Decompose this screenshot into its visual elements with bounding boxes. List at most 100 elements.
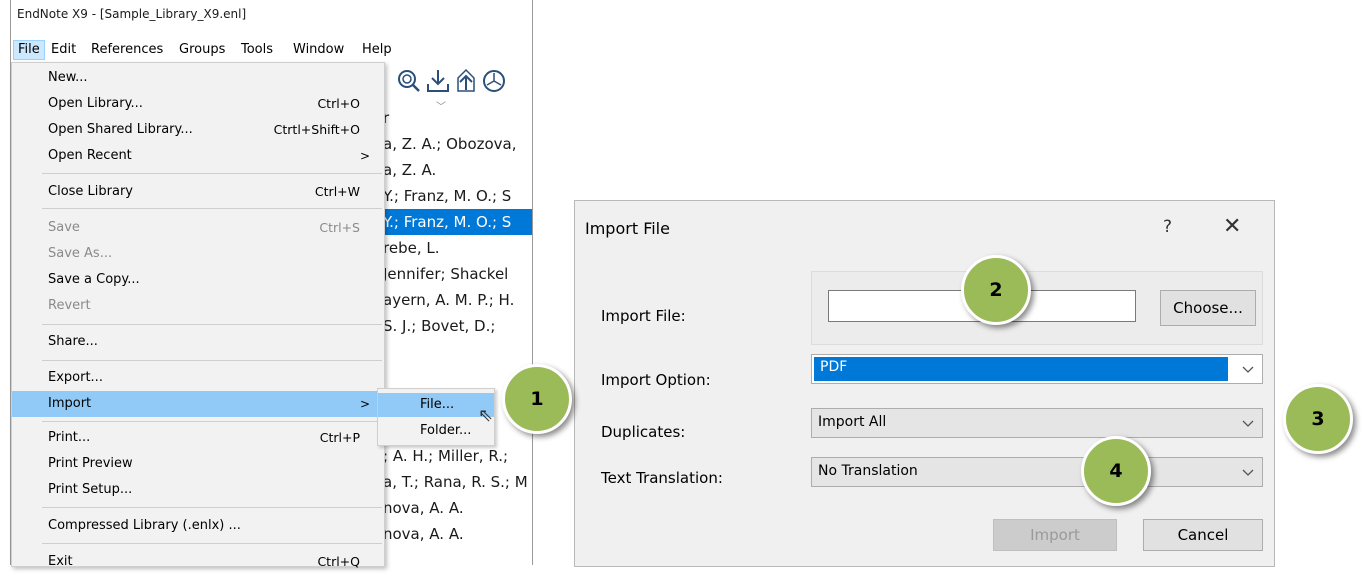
file-menu: New... Open Library... Ctrl+O Open Share… (11, 62, 385, 569)
menu-item-label: Share... (48, 334, 98, 349)
menu-separator (42, 173, 382, 174)
menu-file[interactable]: File (13, 40, 45, 60)
menu-item-label: Save (48, 220, 80, 235)
menu-help[interactable]: Help (358, 41, 396, 59)
author-column: r a, Z. A.; Obozova, a, Z. A. Y.; Franz,… (383, 105, 532, 565)
menu-item-print-preview[interactable]: Print Preview (12, 451, 384, 477)
menu-item-exit[interactable]: Exit Ctrl+Q (12, 549, 384, 575)
menu-item-export[interactable]: Export... (12, 365, 384, 391)
menu-item-label: Print... (48, 430, 91, 445)
menu-item-label: Save a Copy... (48, 272, 140, 287)
menu-item-shortcut: Ctrl+Q (317, 554, 360, 569)
menu-separator (42, 421, 382, 422)
author-row[interactable]: a, Z. A.; Obozova, (383, 131, 532, 157)
text-translation-value: No Translation (818, 463, 918, 479)
submenu-item-file[interactable]: File... (378, 393, 494, 417)
menu-item-save[interactable]: Save Ctrl+S (12, 215, 384, 241)
menu-item-open-shared-library[interactable]: Open Shared Library... Ctrtl+Shift+O (12, 117, 384, 143)
author-row[interactable]: nova, A. A. (383, 495, 532, 521)
author-row[interactable]: Y.; Franz, M. O.; S (383, 183, 532, 209)
duplicates-select[interactable]: Import All (811, 408, 1263, 438)
menu-item-label: Compressed Library (.enlx) ... (48, 518, 241, 533)
author-row[interactable]: nova, A. A. (383, 521, 532, 547)
menu-item-shortcut: Ctrl+P (319, 430, 360, 445)
menu-item-label: Open Recent (48, 148, 132, 163)
chevron-down-icon (1242, 469, 1254, 476)
menu-item-print-setup[interactable]: Print Setup... (12, 477, 384, 503)
menu-item-label: New... (48, 70, 88, 85)
import-option-label: Import Option: (601, 371, 711, 389)
import-icon[interactable] (425, 68, 451, 94)
menu-item-shortcut: Ctrl+W (314, 184, 360, 199)
menu-separator (42, 208, 382, 209)
menu-item-import[interactable]: Import > (12, 391, 384, 417)
text-translation-select[interactable]: No Translation (811, 457, 1263, 487)
author-row[interactable] (383, 339, 532, 365)
menu-item-open-library[interactable]: Open Library... Ctrl+O (12, 91, 384, 117)
menu-item-label: Print Setup... (48, 482, 133, 497)
menu-item-compressed-library[interactable]: Compressed Library (.enlx) ... (12, 513, 384, 539)
menu-item-save-a-copy[interactable]: Save a Copy... (12, 267, 384, 293)
pdf-icon[interactable] (481, 68, 507, 94)
menu-item-open-recent[interactable]: Open Recent > (12, 143, 384, 169)
import-file-dialog: Import File ? ✕ Import File: Choose... I… (574, 200, 1275, 567)
author-row[interactable]: S. J.; Bovet, D.; (383, 313, 532, 339)
menu-item-shortcut: Ctrl+S (319, 220, 360, 235)
menu-item-label: Exit (48, 554, 73, 569)
chevron-down-icon (1242, 420, 1254, 427)
menu-item-save-as[interactable]: Save As... (12, 241, 384, 267)
submenu-arrow-icon: > (359, 397, 370, 411)
close-icon[interactable]: ✕ (1223, 214, 1241, 239)
submenu-arrow-icon: > (359, 149, 370, 163)
menu-item-label: Open Shared Library... (48, 122, 193, 137)
step-badge-2: 2 (961, 255, 1031, 325)
menu-tools[interactable]: Tools (237, 41, 277, 59)
import-file-group: Choose... (811, 271, 1263, 345)
dialog-title: Import File (585, 219, 670, 238)
export-icon[interactable] (453, 68, 479, 94)
import-option-select[interactable]: PDF (811, 354, 1263, 384)
help-icon[interactable]: ? (1163, 217, 1172, 237)
menu-item-close-library[interactable]: Close Library Ctrl+W (12, 179, 384, 205)
menu-item-label: Open Library... (48, 96, 143, 111)
menu-window[interactable]: Window (289, 41, 348, 59)
choose-button[interactable]: Choose... (1160, 290, 1256, 326)
menu-item-label: Export... (48, 370, 103, 385)
menu-item-shortcut: Ctrtl+Shift+O (273, 122, 360, 137)
menu-item-print[interactable]: Print... Ctrl+P (12, 425, 384, 451)
menu-item-shortcut: Ctrl+O (317, 96, 360, 111)
duplicates-value: Import All (818, 414, 887, 430)
author-row[interactable]: rebe, L. (383, 235, 532, 261)
author-column-header[interactable]: r (383, 105, 532, 131)
menu-item-new[interactable]: New... (12, 65, 384, 91)
author-row[interactable]: Jennifer; Shackel (383, 261, 532, 287)
cancel-button[interactable]: Cancel (1143, 519, 1263, 551)
online-search-icon[interactable] (396, 68, 422, 94)
menu-item-revert[interactable]: Revert (12, 293, 384, 319)
step-badge-3: 3 (1283, 384, 1353, 454)
author-row[interactable]: ayern, A. M. P.; H. (383, 287, 532, 313)
step-badge-4: 4 (1081, 436, 1151, 506)
author-row[interactable]: a, T.; Rana, R. S.; M (383, 469, 532, 495)
menu-separator (42, 507, 382, 508)
menu-item-label: Import (48, 396, 92, 411)
author-row-selected[interactable]: Y.; Franz, M. O.; S (383, 209, 532, 235)
menu-item-label: Print Preview (48, 456, 133, 471)
author-row[interactable]: ; A. H.; Miller, R.; (383, 443, 532, 469)
menu-groups[interactable]: Groups (175, 41, 229, 59)
submenu-item-folder[interactable]: Folder... (378, 419, 494, 443)
menu-item-share[interactable]: Share... (12, 329, 384, 355)
submenu-item-label: File... (420, 397, 455, 412)
author-row[interactable]: a, Z. A. (383, 157, 532, 183)
menu-references[interactable]: References (87, 41, 167, 59)
menu-bar: File Edit References Groups Tools Window… (11, 38, 532, 62)
menu-item-label: Close Library (48, 184, 134, 199)
menu-edit[interactable]: Edit (47, 41, 80, 59)
import-button[interactable]: Import (993, 519, 1117, 551)
import-option-value: PDF (820, 359, 848, 375)
text-translation-label: Text Translation: (601, 469, 723, 487)
window-title: EndNote X9 - [Sample_Library_X9.enl] (17, 7, 247, 21)
menu-separator (42, 543, 382, 544)
menu-separator (42, 324, 382, 325)
submenu-item-label: Folder... (420, 423, 472, 438)
